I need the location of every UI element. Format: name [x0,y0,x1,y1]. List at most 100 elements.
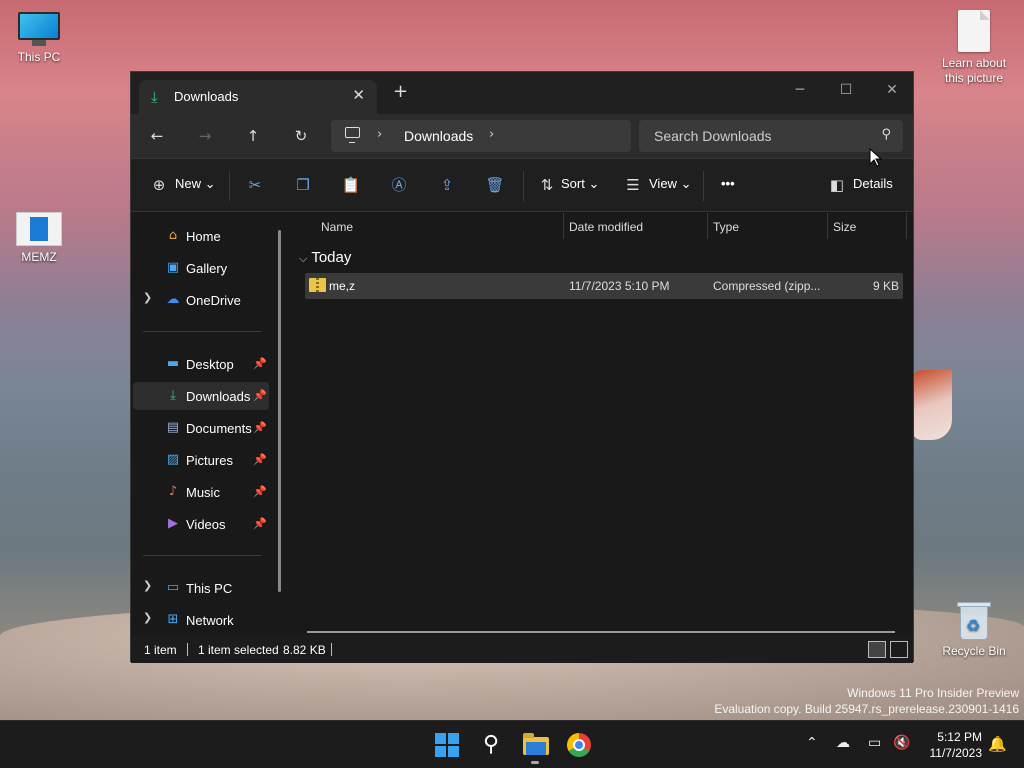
title-bar[interactable]: ⤓ Downloads ✕ + ─ ☐ ✕ [131,72,913,114]
sidebar-item-gallery[interactable]: ▣ Gallery [133,254,269,282]
file-list: Name Date modified Type Size ⌵ Today me,z… [291,213,913,635]
see-more-button[interactable]: ••• [721,176,735,191]
cut-icon[interactable]: ✂ [243,173,267,197]
picture-icon: ▨ [166,452,180,467]
horizontal-scrollbar[interactable] [307,631,895,633]
copy-icon[interactable]: ❐ [291,173,315,197]
file-name: me,z [329,279,356,293]
watermark-edition: Windows 11 Pro Insider Preview [847,686,1019,700]
pin-icon: 📌 [253,485,267,498]
video-icon: ▶ [168,516,178,531]
taskbar: ⚲ ⌃ ☁ ▭ 🔇 5:12 PM 11/7/2023 🔔 [0,720,1024,768]
minimize-button[interactable]: ─ [777,76,823,104]
group-header-today[interactable]: ⌵ Today [299,249,351,266]
address-bar[interactable]: › Downloads › [331,120,631,152]
onedrive-tray-icon[interactable]: ☁ [836,735,850,751]
expand-chevron-icon[interactable]: ❯ [143,579,152,592]
desktop-icon-this-pc[interactable]: This PC [1,12,77,64]
folder-icon [523,733,549,755]
close-window-button[interactable]: ✕ [869,76,915,104]
tab-downloads[interactable]: ⤓ Downloads ✕ [139,80,377,114]
show-hidden-icons-button[interactable]: ⌃ [806,735,818,751]
delete-icon[interactable]: 🗑 [483,173,507,197]
clock[interactable]: 5:12 PM 11/7/2023 [920,729,983,761]
selection-count: 1 item selected [198,643,279,657]
details-view-button[interactable] [868,641,886,658]
up-button[interactable]: ↑ [239,122,267,150]
chevron-right-icon[interactable]: › [377,127,382,142]
sidebar-item-pictures[interactable]: ▨ Pictures 📌 [133,446,269,474]
tiles-view-button[interactable] [890,641,908,658]
rename-icon[interactable]: Ⓐ [387,173,411,197]
desktop-icon-label: This PC [17,50,61,64]
sidebar-item-documents[interactable]: ▤ Documents 📌 [133,414,269,442]
column-header-size[interactable]: Size [833,220,856,234]
sidebar-item-videos[interactable]: ▶ Videos 📌 [133,510,269,538]
search-button[interactable]: ⚲ [477,731,505,759]
column-header-date[interactable]: Date modified [569,220,643,234]
share-icon[interactable]: ⇪ [435,173,459,197]
watermark-build: Evaluation copy. Build 25947.rs_prerelea… [714,702,1019,716]
desktop-icon-label: Recycle Bin [942,644,1006,658]
expand-chevron-icon[interactable]: ❯ [143,291,152,304]
refresh-button[interactable]: ↻ [287,122,315,150]
sidebar-item-network[interactable]: ❯ ⊞ Network [133,606,269,634]
search-box[interactable]: Search Downloads ⚲ [639,120,903,152]
sidebar-item-this-pc[interactable]: ❯ ▭ This PC [133,574,269,602]
sidebar-item-home[interactable]: ⌂ Home [133,222,269,250]
sidebar-item-music[interactable]: ♪ Music 📌 [133,478,269,506]
notification-bell-icon[interactable]: 🔔 [988,735,1007,753]
clock-time: 5:12 PM [937,730,982,744]
column-header-name[interactable]: Name [321,220,353,234]
file-explorer-taskbar-button[interactable] [521,731,549,759]
file-row[interactable]: me,z 11/7/2023 5:10 PM Compressed (zipp.… [305,273,903,299]
item-count: 1 item [144,643,177,657]
new-icon: ⊕ [152,176,166,194]
gallery-icon: ▣ [166,260,180,275]
this-pc-icon [345,127,360,143]
search-placeholder: Search Downloads [654,128,772,144]
view-button[interactable]: View ⌄ [649,176,691,192]
paste-icon[interactable]: 📋 [339,173,363,197]
sidebar-item-onedrive[interactable]: ❯ ☁ OneDrive [133,286,269,314]
status-bar: 1 item 1 item selected 8.82 KB [131,635,913,663]
new-button[interactable]: New ⌄ [175,176,216,192]
sidebar-item-desktop[interactable]: ▬ Desktop 📌 [133,350,269,378]
chrome-taskbar-button[interactable] [565,731,593,759]
back-button[interactable]: ← [143,122,171,150]
clock-date: 11/7/2023 [929,746,983,760]
selection-size: 8.82 KB [283,643,326,657]
close-tab-icon[interactable]: ✕ [352,86,365,104]
column-header-type[interactable]: Type [713,220,739,234]
network-icon: ⊞ [167,612,179,627]
navigation-pane: ⌂ Home ▣ Gallery ❯ ☁ OneDrive ▬ Desktop … [131,213,289,635]
memz-icon [16,212,62,246]
forward-button[interactable]: → [191,122,219,150]
details-button[interactable]: Details [853,176,893,191]
wallpaper-figure [912,370,952,440]
chevron-right-icon[interactable]: › [489,127,494,142]
sort-button[interactable]: Sort ⌄ [561,176,599,192]
desktop-icon-learn-picture[interactable]: Learn about this picture [936,10,1012,86]
command-bar: ⊕ New ⌄ ✂ ❐ 📋 Ⓐ ⇪ 🗑 ⇅ Sort ⌄ ☰ View ⌄ ••… [131,158,913,212]
details-pane-icon: ◧ [829,176,845,194]
zip-folder-icon [309,278,326,292]
pin-icon: 📌 [253,421,267,434]
desktop-icon-recycle-bin[interactable]: ♻ Recycle Bin [936,600,1012,658]
pin-icon: 📌 [253,517,267,530]
maximize-button[interactable]: ☐ [823,76,869,104]
new-tab-button[interactable]: + [393,83,408,101]
monitor-icon: ▭ [166,580,180,595]
document-icon: ▤ [166,420,180,435]
active-indicator [531,761,539,764]
start-button[interactable] [433,731,461,759]
volume-muted-icon[interactable]: 🔇 [893,735,910,751]
network-tray-icon[interactable]: ▭ [868,735,881,751]
expand-chevron-icon[interactable]: ❯ [143,611,152,624]
download-icon: ⤓ [170,388,176,403]
breadcrumb-downloads[interactable]: Downloads [404,128,473,144]
sidebar-scrollbar[interactable] [278,230,281,592]
file-size: 9 KB [872,279,899,293]
sidebar-item-downloads[interactable]: ⤓ Downloads 📌 [133,382,269,410]
desktop-icon-memz[interactable]: MEMZ [1,212,77,264]
